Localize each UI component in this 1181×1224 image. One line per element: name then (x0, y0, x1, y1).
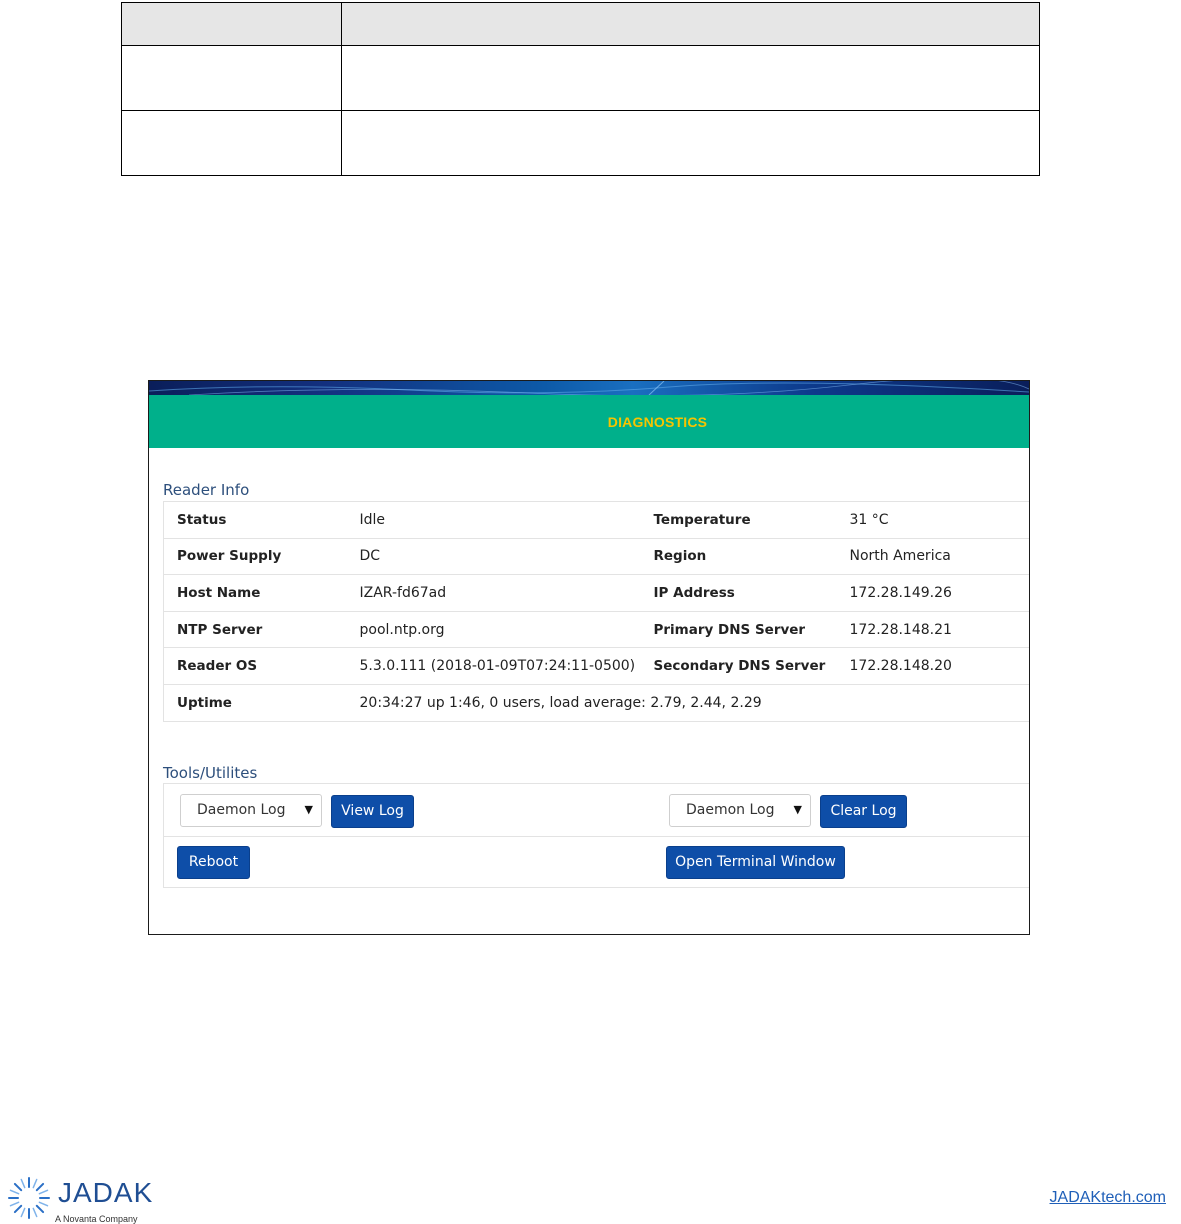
website-link[interactable]: JADAKtech.com (1050, 1189, 1166, 1207)
reader-os-label: Reader OS (163, 647, 360, 685)
reboot-button[interactable]: Reboot (177, 846, 250, 879)
table-cell (341, 110, 1040, 176)
table-header-cell (341, 2, 1040, 46)
region-value: North America (849, 537, 1029, 575)
power-supply-value: DC (359, 537, 654, 575)
secondary-dns-value: 172.28.148.20 (849, 647, 1029, 685)
diagnostics-screenshot: DIAGNOSTICS Reader Info Status Idle Temp… (148, 380, 1030, 935)
tools-title: Tools/Utilites (163, 764, 258, 782)
region-label: Region (653, 537, 850, 575)
divider (164, 836, 1029, 837)
title-bar: DIAGNOSTICS (149, 395, 1029, 448)
table-row: NTP Server pool.ntp.org Primary DNS Serv… (163, 610, 1029, 648)
temperature-label: Temperature (653, 501, 850, 539)
ip-address-label: IP Address (653, 574, 850, 612)
table-header-cell (121, 2, 342, 46)
secondary-dns-label: Secondary DNS Server (653, 647, 850, 685)
clear-log-select-value: Daemon Log (686, 802, 775, 818)
document-table (121, 2, 1040, 176)
primary-dns-value: 172.28.148.21 (849, 610, 1029, 648)
table-cell (121, 110, 342, 176)
power-supply-label: Power Supply (163, 537, 360, 575)
table-row: Power Supply DC Region North America (163, 537, 1029, 575)
clear-log-select[interactable]: Daemon Log ▼ (669, 794, 811, 827)
reader-info-title: Reader Info (163, 481, 250, 499)
sunburst-icon (8, 1177, 50, 1219)
clear-log-button[interactable]: Clear Log (820, 795, 907, 828)
ip-address-value: 172.28.149.26 (849, 574, 1029, 612)
host-name-label: Host Name (163, 574, 360, 612)
ntp-server-label: NTP Server (163, 610, 360, 648)
chevron-down-icon: ▼ (304, 803, 313, 816)
uptime-value: 20:34:27 up 1:46, 0 users, load average:… (359, 683, 1029, 722)
status-value: Idle (359, 501, 654, 539)
primary-dns-label: Primary DNS Server (653, 610, 850, 648)
view-log-button[interactable]: View Log (331, 795, 414, 828)
table-row: Status Idle Temperature 31 °C (163, 501, 1029, 539)
table-row: Reader OS 5.3.0.111 (2018-01-09T07:24:11… (163, 647, 1029, 685)
view-log-select-value: Daemon Log (197, 802, 286, 818)
temperature-value: 31 °C (849, 501, 1029, 539)
logo-subtext: A Novanta Company (55, 1214, 138, 1224)
table-row: Host Name IZAR-fd67ad IP Address 172.28.… (163, 574, 1029, 612)
banner-decoration (149, 381, 1029, 395)
status-label: Status (163, 501, 360, 539)
table-cell (341, 45, 1040, 111)
reader-info-table: Status Idle Temperature 31 °C Power Supp… (163, 501, 1029, 722)
ntp-server-value: pool.ntp.org (359, 610, 654, 648)
tools-panel: Daemon Log ▼ View Log Daemon Log ▼ Clear… (163, 783, 1029, 888)
logo-text: JADAK (58, 1177, 154, 1208)
chevron-down-icon: ▼ (793, 803, 802, 816)
open-terminal-button[interactable]: Open Terminal Window (666, 846, 845, 879)
uptime-label: Uptime (163, 683, 360, 722)
company-logo: JADAK A Novanta Company (6, 1175, 166, 1224)
reader-os-value: 5.3.0.111 (2018-01-09T07:24:11-0500) (359, 647, 654, 685)
table-cell (121, 45, 342, 111)
page-title: DIAGNOSTICS (607, 414, 708, 430)
host-name-value: IZAR-fd67ad (359, 574, 654, 612)
view-log-select[interactable]: Daemon Log ▼ (180, 794, 322, 827)
table-row: Uptime 20:34:27 up 1:46, 0 users, load a… (163, 683, 1029, 722)
header-banner (149, 381, 1029, 395)
